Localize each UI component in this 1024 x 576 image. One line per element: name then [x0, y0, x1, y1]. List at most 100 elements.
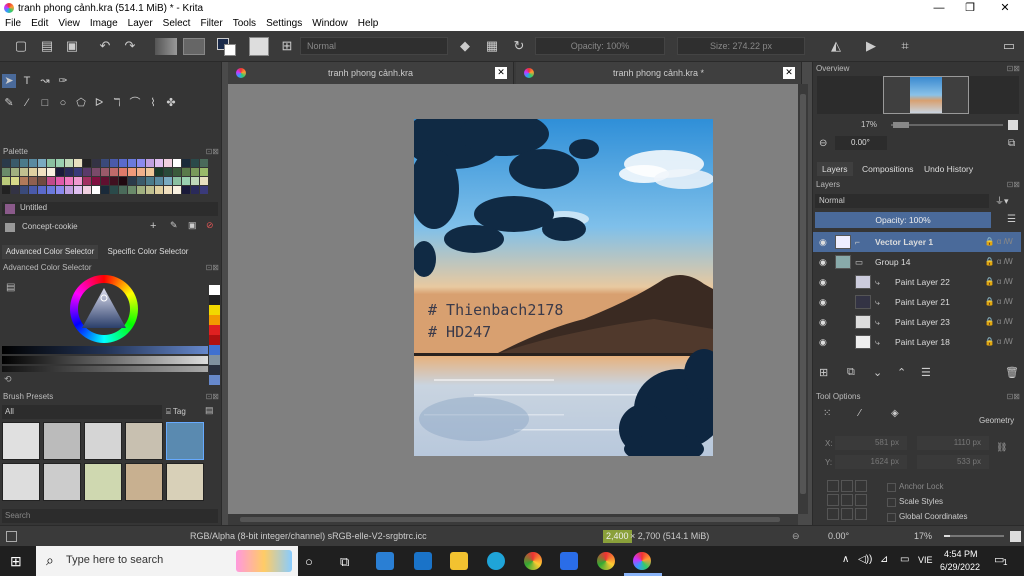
palette-swatch[interactable]	[47, 186, 55, 194]
palette-swatch[interactable]	[146, 168, 154, 176]
layer-row[interactable]: ◉ ⤷ Paint Layer 23 🔒αꟿ	[813, 312, 1021, 332]
status-zoom[interactable]: 17%	[914, 526, 932, 547]
palette-swatch[interactable]	[155, 159, 163, 167]
shade-slider-1[interactable]	[2, 346, 208, 354]
cortana-icon[interactable]: ○	[305, 554, 313, 569]
palette-swatch[interactable]	[29, 177, 37, 185]
windows-start-icon[interactable]: ⊞	[10, 554, 22, 568]
dock-controls-icon[interactable]: ⊡⊠	[1007, 63, 1020, 75]
palette-swatch[interactable]	[119, 159, 127, 167]
dynamic-brush-icon[interactable]: ⌇	[146, 96, 160, 110]
palette-swatch[interactable]	[173, 168, 181, 176]
taskbar-time[interactable]: 4:54 PM	[944, 549, 978, 559]
palette-swatch[interactable]	[137, 168, 145, 176]
delete-icon[interactable]: ⊘	[206, 220, 214, 231]
palette-swatch[interactable]	[11, 177, 19, 185]
scale-styles-checkbox[interactable]	[887, 498, 896, 507]
gradient-icon[interactable]	[155, 38, 177, 55]
width-field[interactable]: 1110 px	[917, 436, 989, 450]
move-layer-down-icon[interactable]: ⌄	[873, 366, 882, 379]
palette-swatch[interactable]	[128, 159, 136, 167]
save-icon[interactable]: ▣	[63, 37, 81, 55]
visibility-eye-icon[interactable]: ◉	[819, 317, 829, 327]
palette-swatch[interactable]	[200, 168, 208, 176]
undo-icon[interactable]: ↶	[96, 37, 114, 55]
size-slider[interactable]: Size: 274.22 px	[677, 37, 805, 55]
palette-swatch[interactable]	[200, 186, 208, 194]
horizontal-scroll-thumb[interactable]	[240, 517, 780, 522]
palette-swatch[interactable]	[65, 168, 73, 176]
menu-view[interactable]: View	[53, 18, 85, 29]
vertical-scrollbar[interactable]	[798, 84, 808, 514]
brush-filter-select[interactable]: All	[2, 405, 162, 419]
vertical-scroll-thumb[interactable]	[800, 94, 806, 494]
link-ratio-icon[interactable]: ⛓	[996, 442, 1007, 453]
palette-swatch[interactable]	[2, 168, 10, 176]
layer-lock-icons[interactable]: 🔒αꟿ	[985, 232, 1015, 252]
layer-properties-button-icon[interactable]: ☰	[921, 366, 931, 379]
zalo-icon[interactable]	[560, 552, 578, 570]
freehand-brush-icon[interactable]: ✎	[2, 96, 16, 110]
duplicate-layer-icon[interactable]: ⧉	[847, 366, 855, 379]
palette-swatch[interactable]	[182, 186, 190, 194]
freehand-path-icon[interactable]: ⌒	[128, 96, 142, 110]
palette-swatch[interactable]	[182, 168, 190, 176]
layer-lock-icons[interactable]: 🔒αꟿ	[985, 312, 1015, 332]
palette-swatch[interactable]	[191, 159, 199, 167]
taskbar-search-box[interactable]: ⌕ Type here to search	[36, 546, 298, 576]
visibility-eye-icon[interactable]: ◉	[819, 337, 829, 347]
palette-swatch[interactable]	[146, 159, 154, 167]
palette-swatch[interactable]	[38, 159, 46, 167]
dock-controls-icon[interactable]: ⊡⊠	[1007, 391, 1020, 403]
palette-swatch[interactable]	[173, 177, 181, 185]
palette-swatches[interactable]	[2, 159, 209, 195]
palette-swatch[interactable]	[155, 168, 163, 176]
edit-icon[interactable]: ✎	[170, 220, 178, 231]
layer-list[interactable]: ◉ ⌐ Vector Layer 1 🔒αꟿ ◉ ▭ Group 14 🔒αꟿ …	[813, 232, 1021, 362]
tab-advanced-color-selector[interactable]: Advanced Color Selector	[2, 245, 98, 259]
palette-swatch[interactable]	[47, 159, 55, 167]
palette-swatch[interactable]	[173, 159, 181, 167]
refresh-icon[interactable]: ⟲	[4, 374, 12, 385]
palette-swatch[interactable]	[47, 168, 55, 176]
menu-edit[interactable]: Edit	[26, 18, 53, 29]
blend-mode-select[interactable]: Normal	[300, 37, 448, 55]
close-window-button[interactable]: ✕	[988, 0, 1022, 16]
eraser-icon[interactable]: ◆	[456, 37, 474, 55]
brush-tag-button[interactable]: ⌸ Tag	[166, 405, 200, 419]
mirror-vertical-icon[interactable]: ▶	[862, 37, 880, 55]
palette-swatch[interactable]	[2, 186, 10, 194]
task-view-icon[interactable]: ⧉	[340, 554, 349, 570]
brush-view-icon[interactable]: ▤	[205, 405, 214, 416]
palette-swatch[interactable]	[56, 186, 64, 194]
dock-controls-icon[interactable]: ⊡⊠	[206, 391, 219, 403]
palette-swatch[interactable]	[164, 168, 172, 176]
brush-preset-10[interactable]	[166, 463, 204, 501]
line-option-icon[interactable]: ⁄	[859, 408, 861, 419]
palette-swatch[interactable]	[92, 177, 100, 185]
brush-preset-9[interactable]	[125, 463, 163, 501]
layer-row[interactable]: ◉ ⤷ Paint Layer 18 🔒αꟿ	[813, 332, 1021, 352]
taskbar-date[interactable]: 6/29/2022	[940, 562, 980, 572]
tab-layers[interactable]: Layers	[817, 162, 853, 176]
palette-name-select[interactable]: Untitled	[2, 202, 218, 216]
palette-swatch[interactable]	[119, 186, 127, 194]
palette-swatch[interactable]	[110, 177, 118, 185]
brush-preset-icon[interactable]	[249, 37, 269, 56]
add-icon[interactable]: +	[150, 220, 156, 232]
palette-swatch[interactable]	[101, 168, 109, 176]
close-tab-icon[interactable]: ✕	[783, 67, 795, 79]
menu-help[interactable]: Help	[353, 18, 384, 29]
palette-swatch[interactable]	[146, 186, 154, 194]
rotation-field[interactable]: 0.00°	[835, 136, 887, 150]
overview-frame[interactable]	[883, 76, 969, 114]
save-palette-icon[interactable]: ▣	[188, 220, 197, 231]
y-position-field[interactable]: 1624 px	[835, 455, 907, 469]
file-explorer-icon[interactable]	[450, 552, 468, 570]
menu-window[interactable]: Window	[307, 18, 353, 29]
palette-swatch[interactable]	[200, 177, 208, 185]
volume-icon[interactable]: ◁))	[858, 554, 872, 565]
palette-swatch[interactable]	[65, 177, 73, 185]
brush-preset-8[interactable]	[84, 463, 122, 501]
fit-page-icon[interactable]	[1010, 531, 1021, 542]
